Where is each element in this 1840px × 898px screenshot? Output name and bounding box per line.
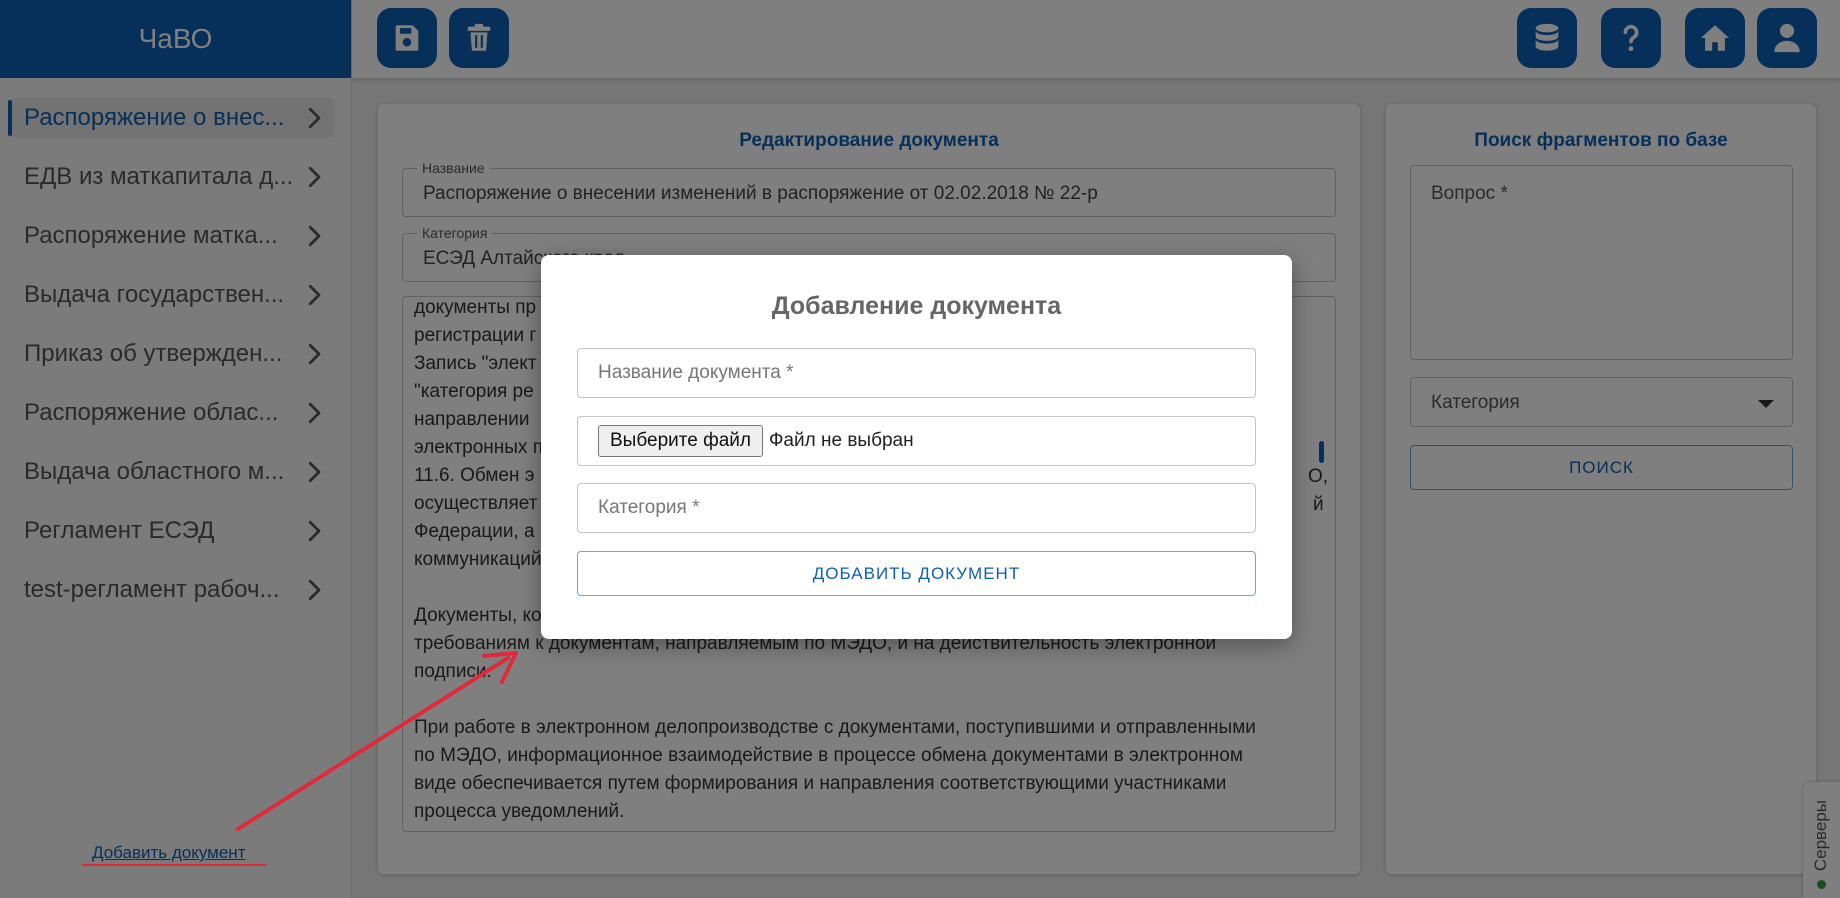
category-input[interactable]: Категория * [577, 483, 1256, 533]
file-input: Выберите файл Файл не выбран [577, 416, 1256, 466]
choose-file-button[interactable]: Выберите файл [598, 425, 763, 457]
annotation-underline [82, 864, 266, 866]
add-document-dialog: Добавление документа Название документа … [541, 255, 1292, 639]
document-name-input[interactable]: Название документа * [577, 348, 1256, 398]
category-placeholder: Категория * [598, 497, 700, 518]
document-name-placeholder: Название документа * [598, 362, 794, 383]
dialog-title: Добавление документа [771, 292, 1062, 320]
add-document-submit-button[interactable]: ДОБАВИТЬ ДОКУМЕНТ [577, 551, 1256, 596]
file-status: Файл не выбран [768, 430, 914, 451]
